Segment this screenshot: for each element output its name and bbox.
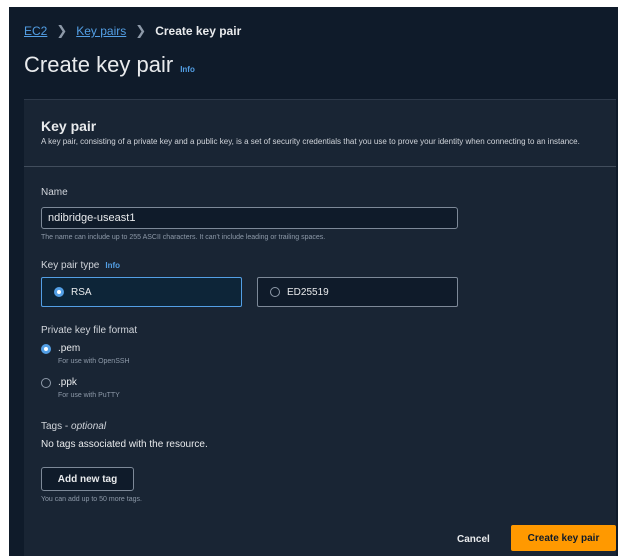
create-key-pair-button[interactable]: Create key pair — [511, 525, 616, 551]
name-label: Name — [41, 187, 68, 198]
format-ppk-label: .ppk — [58, 377, 77, 388]
format-pem-option[interactable]: .pem For use with OpenSSH — [41, 343, 130, 367]
key-type-label-group: Key pair type Info — [41, 260, 120, 271]
chevron-right-icon: ❯ — [135, 23, 147, 38]
cancel-button[interactable]: Cancel — [457, 534, 490, 545]
file-format-label: Private key file format — [41, 325, 138, 336]
page-title: Create key pair — [24, 52, 174, 77]
tags-label-text: Tags — [41, 421, 63, 432]
radio-unchecked-icon — [41, 378, 51, 388]
no-tags-text: No tags associated with the resource. — [41, 439, 208, 450]
key-type-info-link[interactable]: Info — [105, 261, 120, 270]
tags-hint: You can add up to 50 more tags. — [41, 496, 142, 503]
add-new-tag-button[interactable]: Add new tag — [41, 467, 134, 491]
radio-checked-icon — [54, 287, 64, 297]
page-info-link[interactable]: Info — [180, 65, 195, 74]
format-pem-description: For use with OpenSSH — [58, 358, 130, 365]
format-ppk-description: For use with PuTTY — [58, 392, 120, 399]
page-header: Create key pair Info — [24, 52, 195, 78]
breadcrumb: EC2 ❯ Key pairs ❯ Create key pair — [24, 23, 241, 39]
radio-unchecked-icon — [270, 287, 280, 297]
tags-optional-text: optional — [71, 421, 107, 432]
key-pair-panel: Key pair A key pair, consisting of a pri… — [24, 99, 616, 556]
panel-description: A key pair, consisting of a private key … — [41, 137, 580, 146]
format-ppk-option[interactable]: .ppk For use with PuTTY — [41, 377, 120, 401]
name-hint: The name can include up to 255 ASCII cha… — [41, 234, 326, 241]
key-type-rsa-option[interactable]: RSA — [41, 277, 242, 307]
tags-label: Tags - optional — [41, 421, 107, 432]
format-pem-label: .pem — [58, 343, 81, 354]
breadcrumb-ec2-link[interactable]: EC2 — [24, 24, 47, 38]
panel-title: Key pair — [41, 118, 97, 134]
breadcrumb-current: Create key pair — [155, 24, 242, 38]
console-frame: EC2 ❯ Key pairs ❯ Create key pair Create… — [9, 7, 618, 556]
chevron-right-icon: ❯ — [56, 23, 68, 38]
breadcrumb-key-pairs-link[interactable]: Key pairs — [76, 24, 126, 38]
key-type-ed25519-option[interactable]: ED25519 — [257, 277, 458, 307]
panel-header: Key pair A key pair, consisting of a pri… — [24, 100, 616, 167]
key-type-ed25519-label: ED25519 — [287, 286, 329, 298]
radio-checked-icon — [41, 344, 51, 354]
key-type-label: Key pair type — [41, 260, 100, 271]
key-type-rsa-label: RSA — [71, 286, 92, 298]
name-input[interactable] — [41, 207, 458, 229]
